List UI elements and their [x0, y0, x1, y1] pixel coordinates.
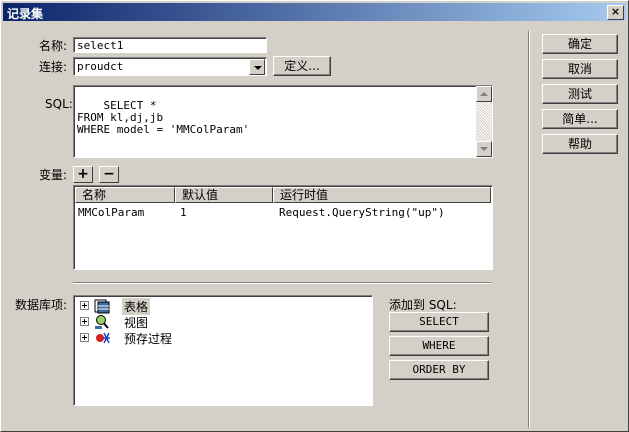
cell-runtime: Request.QueryString("up"): [279, 206, 445, 219]
cancel-button[interactable]: 取消: [542, 59, 618, 79]
add-where-button[interactable]: WHERE: [389, 336, 489, 356]
help-button[interactable]: 帮助: [542, 134, 618, 154]
remove-variable-button[interactable]: −: [99, 166, 119, 183]
expand-icon[interactable]: [80, 317, 89, 326]
divider: [73, 282, 491, 284]
variables-table[interactable]: 名称 默认值 运行时值 MMColParam 1 Request.QuerySt…: [73, 185, 493, 270]
recordset-dialog: 记录集 × 名称: select1 连接: proudct 定义... SQL:…: [0, 0, 629, 432]
table-icon: [94, 299, 110, 314]
name-label: 名称:: [39, 39, 68, 53]
sql-scrollbar[interactable]: [476, 86, 492, 157]
column-header-default[interactable]: 默认值: [175, 187, 273, 203]
add-variable-button[interactable]: +: [73, 166, 93, 183]
tree-label: 视图: [124, 316, 149, 330]
connection-label: 连接:: [39, 60, 68, 74]
close-button[interactable]: ×: [607, 5, 624, 20]
simple-button[interactable]: 简单...: [542, 109, 618, 129]
add-to-sql-label: 添加到 SQL:: [389, 298, 457, 312]
sql-label: SQL:: [45, 97, 73, 111]
define-button[interactable]: 定义...: [273, 56, 331, 76]
expand-icon[interactable]: [80, 333, 89, 342]
expand-icon[interactable]: [80, 301, 89, 310]
database-tree[interactable]: 表格 视图 预存过程: [73, 295, 373, 406]
column-header-name[interactable]: 名称: [75, 187, 175, 203]
tree-label: 预存过程: [124, 332, 173, 346]
tree-label: 表格: [122, 298, 151, 315]
sql-textarea[interactable]: SELECT * FROM kl,dj,jb WHERE model = 'MM…: [73, 85, 493, 158]
cell-name: MMColParam: [78, 206, 145, 219]
ok-button[interactable]: 确定: [542, 34, 618, 54]
sql-text: SELECT * FROM kl,dj,jb WHERE model = 'MM…: [77, 99, 250, 136]
add-select-button[interactable]: SELECT: [389, 312, 489, 332]
variables-label: 变量:: [39, 168, 68, 182]
scroll-down-icon[interactable]: [476, 141, 492, 157]
add-order-by-button[interactable]: ORDER BY: [389, 360, 489, 380]
view-icon: [95, 315, 109, 329]
window-title: 记录集: [7, 7, 44, 21]
database-items-label: 数据库项:: [15, 298, 68, 312]
title-bar[interactable]: 记录集 ×: [3, 3, 626, 21]
stored-procedure-icon: [96, 332, 110, 344]
table-header: 名称 默认值 运行时值: [75, 187, 491, 203]
column-header-runtime[interactable]: 运行时值: [273, 187, 491, 203]
connection-select[interactable]: proudct: [73, 57, 267, 76]
test-button[interactable]: 测试: [542, 84, 618, 104]
vertical-divider: [528, 31, 530, 428]
scroll-up-icon[interactable]: [476, 86, 492, 102]
name-input[interactable]: select1: [73, 37, 267, 53]
chevron-down-icon[interactable]: [249, 59, 265, 75]
cell-default: 1: [180, 206, 187, 219]
connection-value: proudct: [77, 60, 124, 73]
